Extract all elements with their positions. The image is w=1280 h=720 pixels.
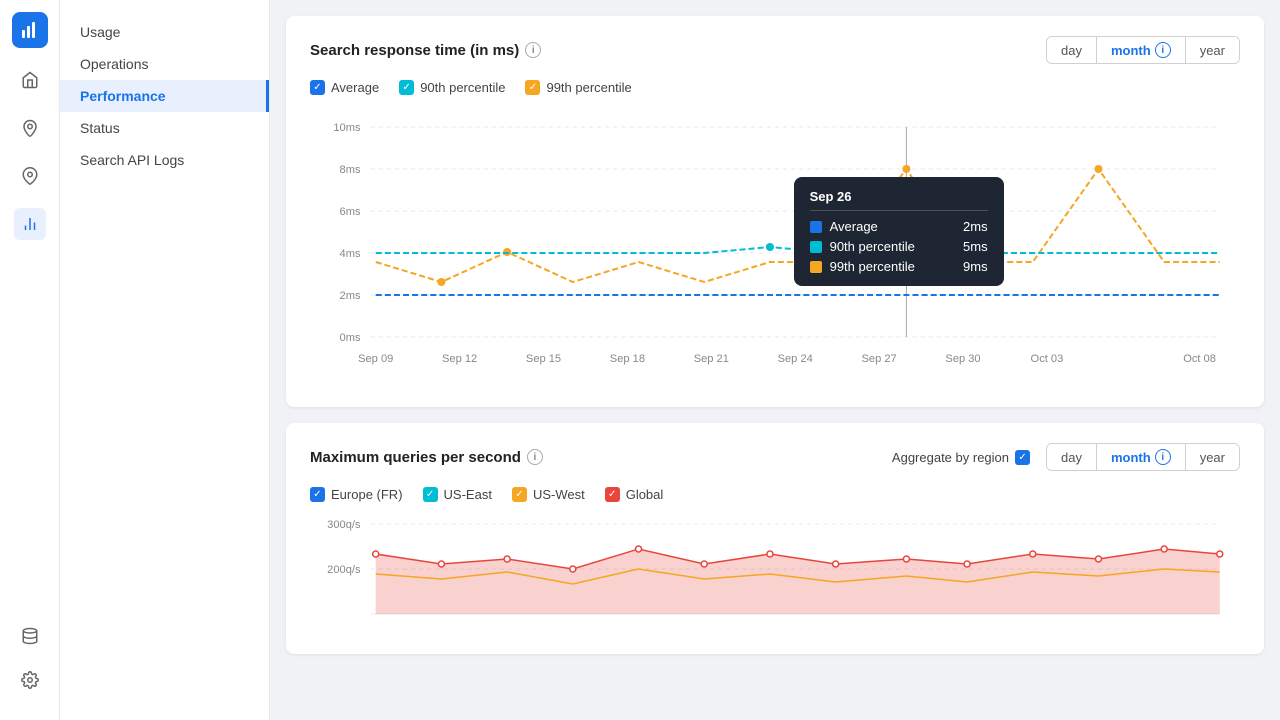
svg-text:200q/s: 200q/s: [327, 564, 361, 576]
svg-text:10ms: 10ms: [333, 122, 361, 134]
sidebar-item-performance[interactable]: Performance: [60, 80, 269, 112]
svg-text:2ms: 2ms: [340, 290, 361, 302]
legend-us-east-checkbox[interactable]: ✓: [423, 487, 438, 502]
aggregate-label: Aggregate by region: [892, 450, 1009, 465]
svg-text:Sep 30: Sep 30: [945, 353, 980, 365]
chart2-month-info-icon[interactable]: i: [1155, 449, 1171, 465]
sidebar-item-operations[interactable]: Operations: [60, 48, 269, 80]
legend-p99-label: 99th percentile: [546, 80, 631, 95]
legend-global-label: Global: [626, 487, 664, 502]
sidebar-item-status[interactable]: Status: [60, 112, 269, 144]
svg-text:Oct 03: Oct 03: [1031, 353, 1064, 365]
aggregate-region: Aggregate by region ✓: [892, 450, 1030, 465]
chart2-day-btn[interactable]: day: [1047, 444, 1097, 470]
svg-text:6ms: 6ms: [340, 206, 361, 218]
chart1-title-text: Search response time (in ms): [310, 42, 519, 59]
legend-p90: ✓ 90th percentile: [399, 80, 505, 95]
chart1-svg: 10ms 8ms 6ms 4ms 2ms 0ms: [310, 107, 1240, 387]
chart1-container: 10ms 8ms 6ms 4ms 2ms 0ms: [310, 107, 1240, 387]
chart1-title: Search response time (in ms) i: [310, 42, 541, 59]
legend-europe-label: Europe (FR): [331, 487, 403, 502]
chart1-time-buttons: day month i year: [1046, 36, 1240, 64]
legend-global: ✓ Global: [605, 487, 664, 502]
chart2-title: Maximum queries per second i: [310, 449, 543, 466]
svg-text:0ms: 0ms: [340, 332, 361, 344]
legend-us-east-label: US-East: [444, 487, 492, 502]
main-content: Search response time (in ms) i day month…: [270, 0, 1280, 720]
chart2-month-btn[interactable]: month i: [1097, 444, 1186, 470]
chart1-year-btn[interactable]: year: [1186, 37, 1239, 63]
svg-text:Sep 12: Sep 12: [442, 353, 477, 365]
sidebar-item-usage[interactable]: Usage: [60, 16, 269, 48]
chart1-month-btn[interactable]: month i: [1097, 37, 1186, 63]
location-icon[interactable]: [14, 112, 46, 144]
analytics-icon[interactable]: [14, 208, 46, 240]
svg-text:300q/s: 300q/s: [327, 519, 361, 531]
database-icon[interactable]: [14, 620, 46, 652]
icon-bar: [0, 0, 60, 720]
legend-us-west-label: US-West: [533, 487, 585, 502]
chart1-day-btn[interactable]: day: [1047, 37, 1097, 63]
chart2-svg: 300q/s 200q/s: [310, 514, 1240, 634]
chart2-year-btn[interactable]: year: [1186, 444, 1239, 470]
svg-text:Sep 09: Sep 09: [358, 353, 393, 365]
legend-europe: ✓ Europe (FR): [310, 487, 403, 502]
chart2-header-right: Aggregate by region ✓ day month i year: [892, 443, 1240, 471]
legend-average: ✓ Average: [310, 80, 379, 95]
svg-text:4ms: 4ms: [340, 248, 361, 260]
chart1-info-icon[interactable]: i: [525, 42, 541, 58]
legend-us-west: ✓ US-West: [512, 487, 585, 502]
chart2-chart-area: 300q/s 200q/s: [310, 514, 1240, 634]
legend-us-west-checkbox[interactable]: ✓: [512, 487, 527, 502]
legend-us-east: ✓ US-East: [423, 487, 492, 502]
legend-p90-checkbox[interactable]: ✓: [399, 80, 414, 95]
legend-p99-checkbox[interactable]: ✓: [525, 80, 540, 95]
chart2-time-buttons: day month i year: [1046, 443, 1240, 471]
chart2-header: Maximum queries per second i Aggregate b…: [310, 443, 1240, 471]
chart2-info-icon[interactable]: i: [527, 449, 543, 465]
legend-average-label: Average: [331, 80, 379, 95]
chart2-card: Maximum queries per second i Aggregate b…: [286, 423, 1264, 654]
legend-p99: ✓ 99th percentile: [525, 80, 631, 95]
settings-icon[interactable]: [14, 664, 46, 696]
legend-p90-label: 90th percentile: [420, 80, 505, 95]
chart2-title-text: Maximum queries per second: [310, 449, 521, 466]
chart1-header: Search response time (in ms) i day month…: [310, 36, 1240, 64]
svg-text:Sep 21: Sep 21: [694, 353, 729, 365]
app-logo: [12, 12, 48, 48]
svg-text:Sep 15: Sep 15: [526, 353, 561, 365]
legend-average-checkbox[interactable]: ✓: [310, 80, 325, 95]
sidebar: Usage Operations Performance Status Sear…: [60, 0, 270, 720]
svg-text:8ms: 8ms: [340, 164, 361, 176]
home-icon[interactable]: [14, 64, 46, 96]
pin-icon[interactable]: [14, 160, 46, 192]
sidebar-item-logs[interactable]: Search API Logs: [60, 144, 269, 176]
svg-text:Sep 18: Sep 18: [610, 353, 645, 365]
svg-text:Sep 24: Sep 24: [778, 353, 813, 365]
chart1-legend: ✓ Average ✓ 90th percentile ✓ 99th perce…: [310, 80, 1240, 95]
legend-europe-checkbox[interactable]: ✓: [310, 487, 325, 502]
svg-text:Sep 27: Sep 27: [862, 353, 897, 365]
chart2-legend: ✓ Europe (FR) ✓ US-East ✓ US-West ✓ Glob…: [310, 487, 1240, 502]
svg-text:Oct 08: Oct 08: [1183, 353, 1216, 365]
legend-global-checkbox[interactable]: ✓: [605, 487, 620, 502]
aggregate-checkbox[interactable]: ✓: [1015, 450, 1030, 465]
chart1-month-info-icon[interactable]: i: [1155, 42, 1171, 58]
chart1-card: Search response time (in ms) i day month…: [286, 16, 1264, 407]
